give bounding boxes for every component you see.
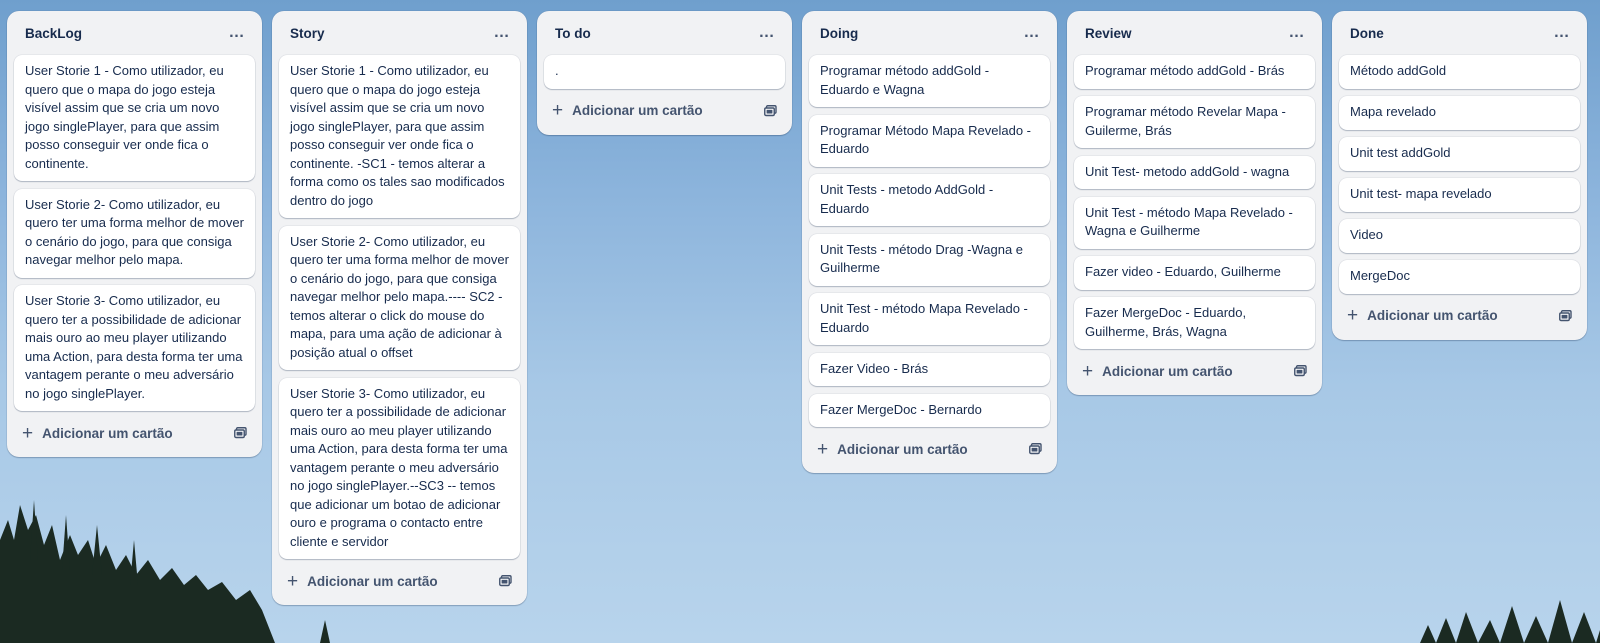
card[interactable]: Unit Tests - metodo AddGold - Eduardo: [809, 174, 1050, 226]
list-title[interactable]: Story: [290, 26, 325, 41]
template-glyph: [763, 104, 777, 116]
more-horizontal-icon[interactable]: …: [1549, 20, 1575, 46]
card[interactable]: User Storie 2- Como utilizador, eu quero…: [14, 188, 255, 278]
list-title[interactable]: To do: [555, 26, 591, 41]
kanban-board: BackLog … User Storie 1 - Como utilizador,…: [7, 11, 1587, 605]
list-title[interactable]: BackLog: [25, 26, 82, 41]
list-footer: + Adicionar um cartão: [272, 561, 527, 601]
list-header[interactable]: To do …: [537, 11, 792, 55]
list-header[interactable]: Review …: [1067, 11, 1322, 55]
template-glyph: [1028, 443, 1042, 455]
card[interactable]: MergeDoc: [1339, 260, 1580, 294]
list-story: Story … User Storie 1 - Como utilizador, e…: [272, 11, 527, 605]
card[interactable]: Fazer MergeDoc - Eduardo, Guilherme, Brá…: [1074, 297, 1315, 349]
plus-icon: +: [552, 100, 564, 121]
plus-icon: +: [1082, 360, 1094, 382]
card-template-icon[interactable]: [497, 573, 513, 589]
add-card-label: Adicionar um cartão: [1367, 308, 1498, 323]
list-title[interactable]: Doing: [820, 26, 858, 41]
card-list: .: [537, 55, 792, 89]
card-list: User Storie 1 - Como utilizador, eu quer…: [272, 55, 527, 559]
card[interactable]: User Storie 1 - Como utilizador, eu quer…: [279, 55, 520, 218]
list-header[interactable]: Done …: [1332, 11, 1587, 55]
card[interactable]: Unit test- mapa revelado: [1339, 178, 1580, 212]
add-card-button[interactable]: + Adicionar um cartão: [817, 440, 968, 459]
template-glyph: [1558, 309, 1572, 321]
list-title[interactable]: Review: [1085, 26, 1132, 41]
card-template-icon[interactable]: [1292, 363, 1308, 379]
list-footer: + Adicionar um cartão: [1332, 296, 1587, 336]
card[interactable]: Unit Test - método Mapa Revelado - Eduar…: [809, 293, 1050, 345]
list-done: Done … Método addGold Mapa revelado Unit tes…: [1332, 11, 1587, 340]
list-footer: + Adicionar um cartão: [1067, 351, 1322, 391]
card[interactable]: Fazer Video - Brás: [809, 352, 1050, 386]
card[interactable]: Fazer MergeDoc - Bernardo: [809, 393, 1050, 427]
list-backlog: BackLog … User Storie 1 - Como utilizador,…: [7, 11, 262, 457]
card[interactable]: User Storie 2- Como utilizador, eu quero…: [279, 225, 520, 370]
card[interactable]: Fazer video - Eduardo, Guilherme: [1074, 256, 1315, 290]
add-card-label: Adicionar um cartão: [837, 441, 968, 457]
list-to-do: To do …. + Adicionar um cartão: [537, 11, 792, 135]
more-horizontal-icon[interactable]: …: [1019, 20, 1045, 46]
card[interactable]: Unit test addGold: [1339, 137, 1580, 171]
list-footer: + Adicionar um cartão: [537, 91, 792, 131]
card[interactable]: .: [544, 55, 785, 89]
template-glyph: [498, 575, 512, 587]
more-horizontal-icon[interactable]: …: [489, 20, 515, 46]
list-header[interactable]: Doing …: [802, 11, 1057, 55]
plus-icon: +: [1347, 305, 1359, 326]
card[interactable]: Programar método Revelar Mapa - Guilerme…: [1074, 96, 1315, 148]
add-card-label: Adicionar um cartão: [1102, 363, 1233, 379]
template-glyph: [1293, 365, 1307, 377]
add-card-button[interactable]: + Adicionar um cartão: [552, 101, 703, 120]
list-review: Review… Programar método addGold - Brás Pr…: [1067, 11, 1322, 395]
add-card-button[interactable]: + Adicionar um cartão: [22, 424, 173, 443]
add-card-label: Adicionar um cartão: [307, 573, 438, 589]
list-title[interactable]: Done: [1350, 26, 1384, 41]
list-doing: Doing … Programar método addGold - Eduardo…: [802, 11, 1057, 473]
card[interactable]: User Storie 1 - Como utilizador, eu quer…: [14, 55, 255, 181]
card-template-icon[interactable]: [1557, 308, 1573, 324]
list-footer: + Adicionar um cartão: [7, 413, 262, 453]
card[interactable]: Programar método addGold - Brás: [1074, 55, 1315, 89]
more-horizontal-icon[interactable]: …: [224, 20, 250, 46]
card[interactable]: User Storie 3- Como utilizador, eu quero…: [279, 377, 520, 559]
card[interactable]: Método addGold: [1339, 55, 1580, 89]
card-list: Programar método addGold - Brás Programar…: [1067, 55, 1322, 349]
card[interactable]: Unit Test- metodo addGold - wagna: [1074, 155, 1315, 189]
card-list: User Storie 1 - Como utilizador, eu quer…: [7, 55, 262, 411]
card[interactable]: Unit Test - método Mapa Revelado - Wagna…: [1074, 196, 1315, 249]
card-template-icon[interactable]: [232, 425, 248, 441]
card[interactable]: Programar Método Mapa Revelado - Eduardo: [809, 114, 1050, 167]
list-footer: + Adicionar um cartão: [802, 429, 1057, 469]
plus-icon: +: [22, 422, 34, 444]
card-list: Método addGold Mapa revelado Unit test add…: [1332, 55, 1587, 294]
card[interactable]: Programar método addGold - Eduardo e Wag…: [809, 55, 1050, 107]
card[interactable]: Mapa revelado: [1339, 96, 1580, 130]
add-card-label: Adicionar um cartão: [572, 103, 703, 118]
add-card-button[interactable]: + Adicionar um cartão: [287, 572, 438, 591]
card-template-icon[interactable]: [762, 103, 778, 119]
list-header[interactable]: BackLog …: [7, 11, 262, 55]
card[interactable]: Video: [1339, 219, 1580, 253]
more-horizontal-icon[interactable]: …: [754, 20, 780, 46]
plus-icon: +: [287, 570, 299, 592]
list-header[interactable]: Story …: [272, 11, 527, 55]
add-card-label: Adicionar um cartão: [42, 425, 173, 441]
more-horizontal-icon[interactable]: …: [1284, 20, 1310, 46]
add-card-button[interactable]: + Adicionar um cartão: [1082, 362, 1233, 381]
card[interactable]: Unit Tests - método Drag -Wagna e Guilhe…: [809, 233, 1050, 286]
template-glyph: [233, 427, 247, 439]
card-template-icon[interactable]: [1027, 441, 1043, 457]
add-card-button[interactable]: + Adicionar um cartão: [1347, 306, 1498, 325]
plus-icon: +: [817, 438, 829, 460]
card-list: Programar método addGold - Eduardo e Wag…: [802, 55, 1057, 427]
card[interactable]: User Storie 3- Como utilizador, eu quero…: [14, 285, 255, 411]
